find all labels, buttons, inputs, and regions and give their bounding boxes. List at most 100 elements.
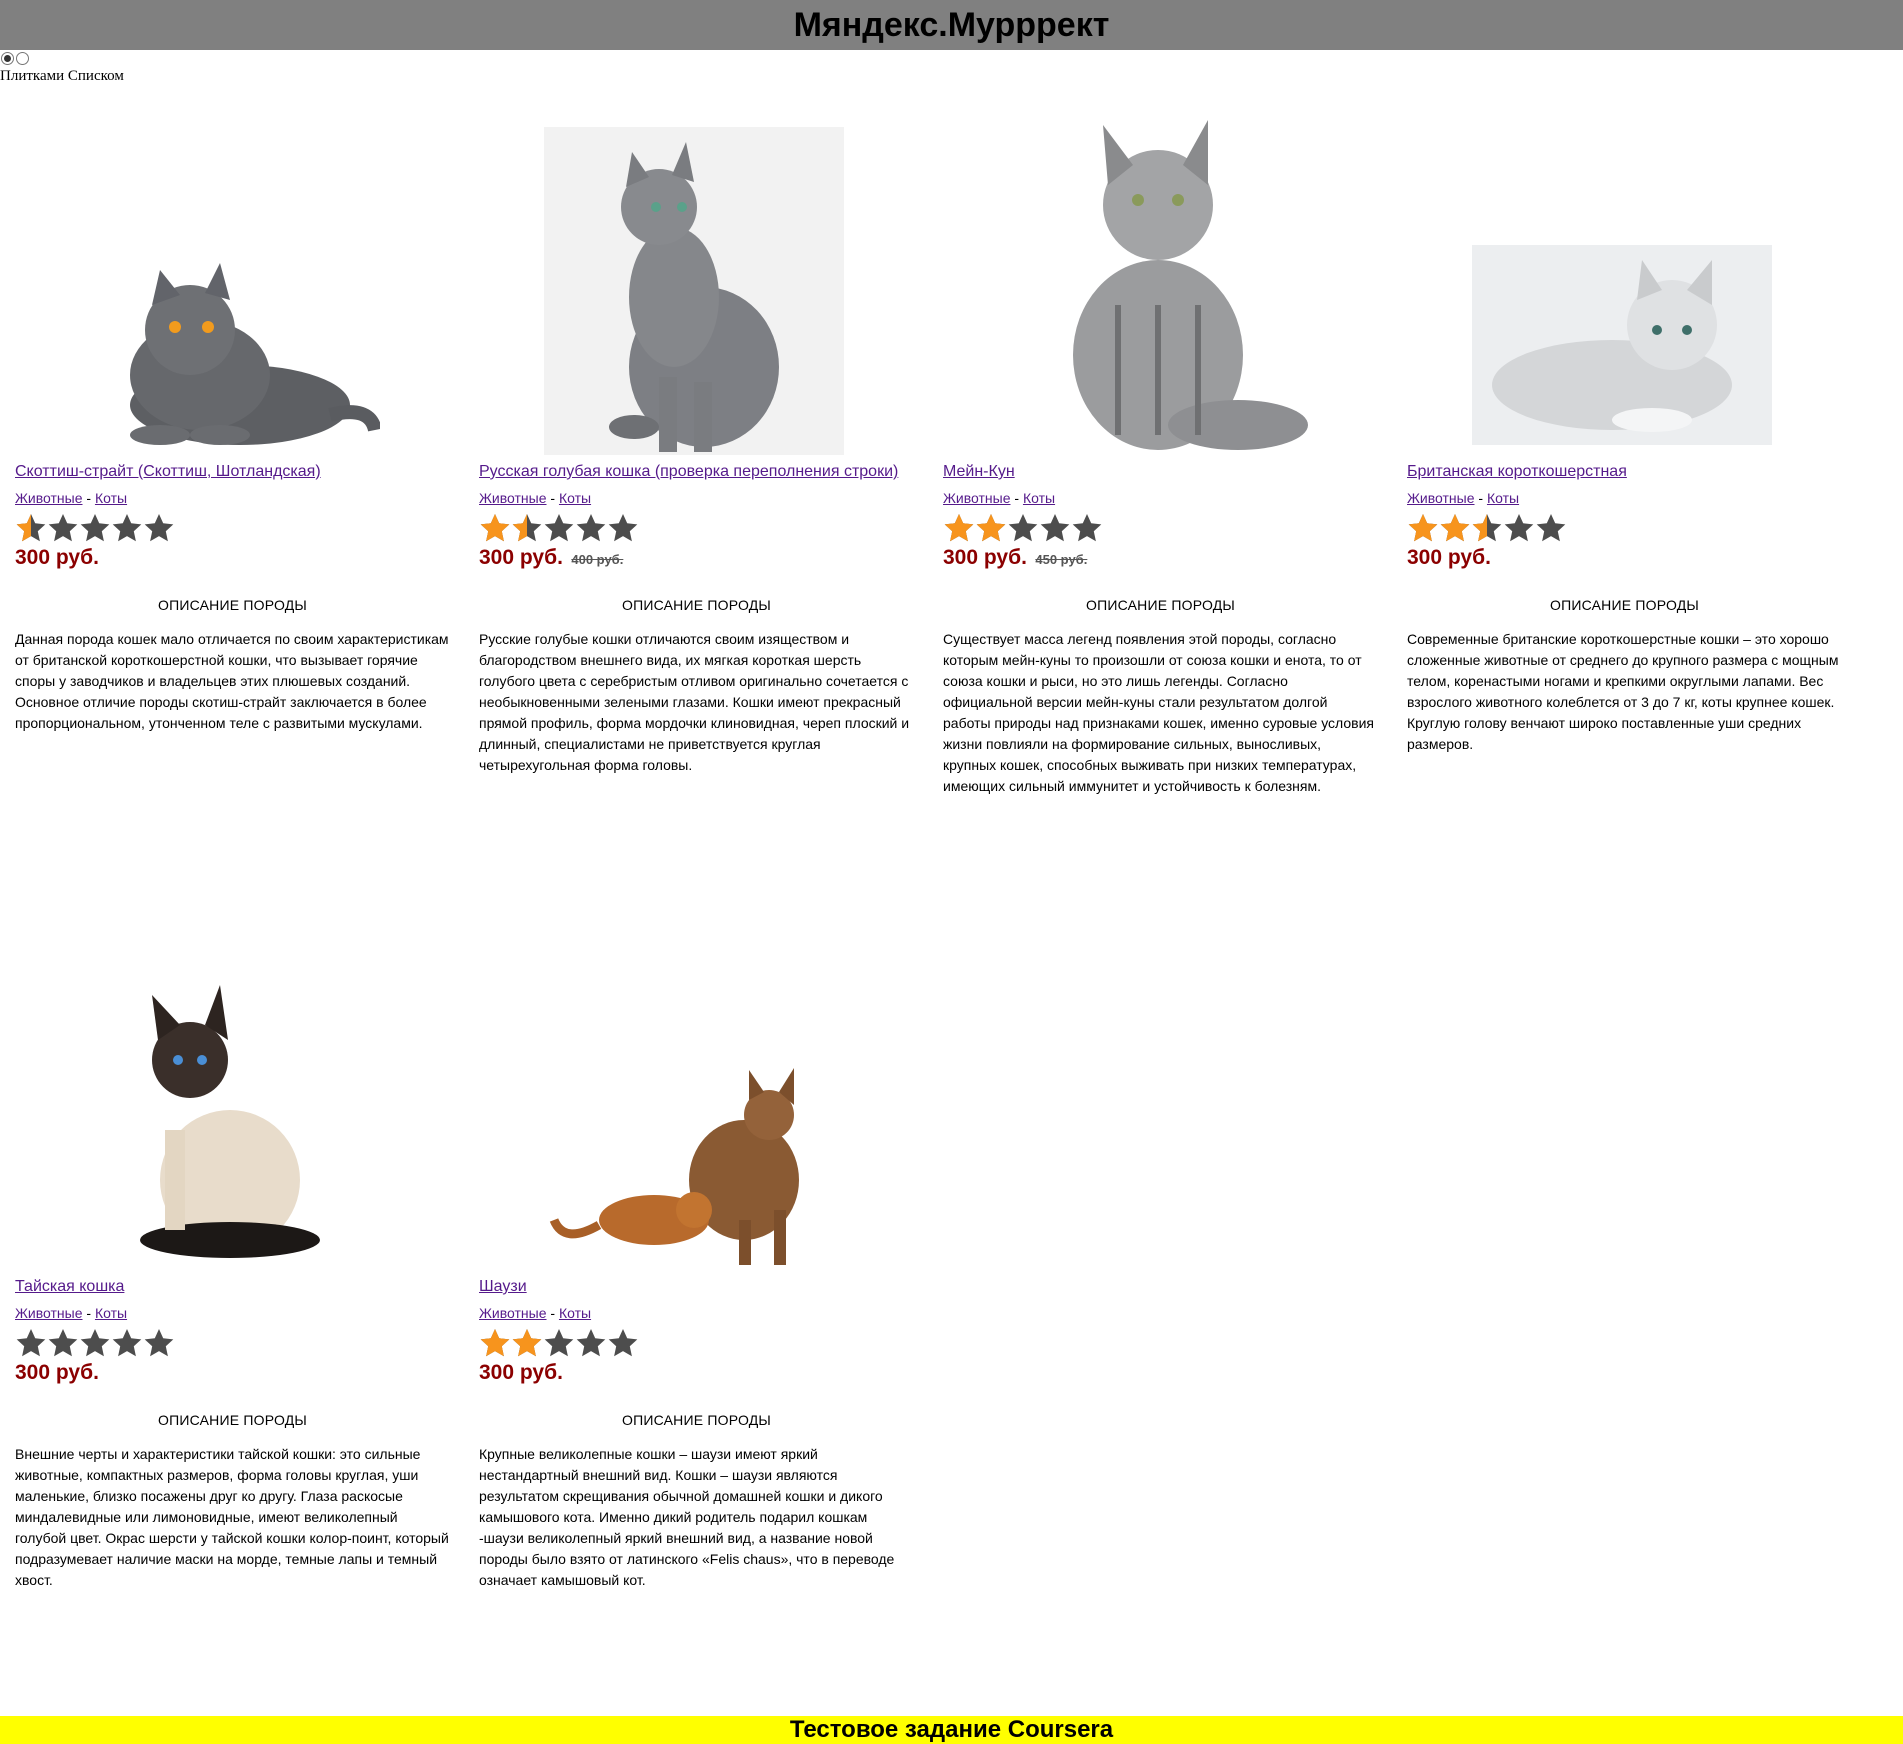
description-heading: ОПИСАНИЕ ПОРОДЫ [158,1412,307,1428]
description-heading: ОПИСАНИЕ ПОРОДЫ [622,1412,771,1428]
star-icon [144,1329,174,1357]
star-rating [479,512,914,546]
star-icon [944,514,974,542]
breadcrumb-separator: - [550,490,556,506]
price-row: 300 руб. 450 руб. [943,546,1378,572]
star-icon [112,514,142,542]
product-title-link[interactable]: Британская короткошерстная [1407,463,1842,481]
cat-photo[interactable] [544,127,844,455]
star-icon [48,514,78,542]
cat-photo[interactable] [80,970,380,1270]
cat-photo[interactable] [80,255,380,455]
star-icon [1536,514,1566,542]
tiles-view-radio[interactable] [1,52,14,65]
star-icon [576,1329,606,1357]
breadcrumb-separator: - [1014,490,1020,506]
product-card: Русская голубая кошка (проверка переполн… [479,105,914,776]
star-icon [16,514,46,542]
list-view-radio[interactable] [16,52,29,65]
breadcrumb-link[interactable]: Животные [943,490,1011,506]
cat-photo[interactable] [1472,245,1772,445]
star-icon [608,514,638,542]
star-icon [512,1329,542,1357]
description-heading: ОПИСАНИЕ ПОРОДЫ [1550,597,1699,613]
breadcrumb-separator: - [550,1305,556,1321]
breadcrumb-separator: - [86,1305,92,1321]
breadcrumb-link[interactable]: Животные [479,490,547,506]
breadcrumb-link[interactable]: Животные [479,1305,547,1321]
star-icon [480,514,510,542]
star-icon [512,514,542,542]
price: 300 руб. [1407,546,1491,569]
breadcrumb-link[interactable]: Коты [1487,490,1519,506]
breadcrumb-link[interactable]: Коты [559,490,591,506]
product-description: Русские голубые кошки отличаются своим и… [479,631,910,773]
star-icon [1072,514,1102,542]
product-card: Шаузи Животные - Коты 300 руб. ОПИСАНИЕ … [479,920,914,1591]
breadcrumb: Животные - Коты [1407,490,1842,506]
star-rating [15,1327,450,1361]
star-icon [608,1329,638,1357]
page-header: Мяндекс.Мурррект [0,0,1903,50]
breadcrumb: Животные - Коты [943,490,1378,506]
star-rating [479,1327,914,1361]
product-description: Современные британские короткошерстные к… [1407,631,1839,752]
star-icon [480,1329,510,1357]
product-title-link[interactable]: Скоттиш-страйт (Скоттиш, Шотландская) [15,463,450,481]
old-price: 450 руб. [1035,552,1088,567]
product-description: Внешние черты и характеристики тайской к… [15,1446,449,1588]
product-title-link[interactable]: Тайская кошка [15,1278,450,1296]
star-icon [576,514,606,542]
star-icon [1440,514,1470,542]
breadcrumb-link[interactable]: Коты [95,490,127,506]
cat-photo[interactable] [1008,105,1308,455]
breadcrumb: Животные - Коты [479,490,914,506]
breadcrumb-link[interactable]: Коты [95,1305,127,1321]
breadcrumb-link[interactable]: Животные [15,490,83,506]
breadcrumb-separator: - [1478,490,1484,506]
breadcrumb-link[interactable]: Коты [559,1305,591,1321]
breadcrumb-link[interactable]: Коты [1023,490,1055,506]
star-rating [15,512,450,546]
price: 300 руб. [479,1361,563,1384]
price-row: 300 руб. [15,546,450,572]
price-row: 300 руб. [479,1361,914,1387]
tiles-view-label[interactable]: Плитками [0,68,64,84]
star-icon [1040,514,1070,542]
breadcrumb-link[interactable]: Животные [1407,490,1475,506]
product-title-link[interactable]: Мейн-Кун [943,463,1378,481]
star-icon [48,1329,78,1357]
description-heading: ОПИСАНИЕ ПОРОДЫ [622,597,771,613]
star-icon [544,514,574,542]
product-title-link[interactable]: Русская голубая кошка (проверка переполн… [479,463,914,481]
star-icon [1408,514,1438,542]
description-heading: ОПИСАНИЕ ПОРОДЫ [1086,597,1235,613]
price-row: 300 руб. [15,1361,450,1387]
price-row: 300 руб. [1407,546,1842,572]
breadcrumb: Животные - Коты [15,1305,450,1321]
product-description: Существует масса легенд появления этой п… [943,631,1375,794]
star-icon [1008,514,1038,542]
star-rating [943,512,1378,546]
footer-text: Тестовое задание Coursera [789,1716,1114,1743]
star-icon [144,514,174,542]
star-icon [80,514,110,542]
price: 300 руб. [15,1361,99,1384]
star-icon [16,1329,46,1357]
product-title-link[interactable]: Шаузи [479,1278,914,1296]
product-card: Мейн-Кун Животные - Коты 300 руб. 450 ру… [943,105,1378,797]
cat-photo[interactable] [544,1060,844,1270]
description-heading: ОПИСАНИЕ ПОРОДЫ [158,597,307,613]
price: 300 руб. [15,546,99,569]
breadcrumb-separator: - [86,490,92,506]
view-switch: Плитками Списком [0,50,124,85]
price: 300 руб. [479,546,563,569]
breadcrumb: Животные - Коты [15,490,450,506]
list-view-label[interactable]: Списком [68,68,124,84]
star-rating [1407,512,1842,546]
star-icon [544,1329,574,1357]
price-row: 300 руб. 400 руб. [479,546,914,572]
star-icon [1504,514,1534,542]
breadcrumb-link[interactable]: Животные [15,1305,83,1321]
star-icon [1472,514,1502,542]
